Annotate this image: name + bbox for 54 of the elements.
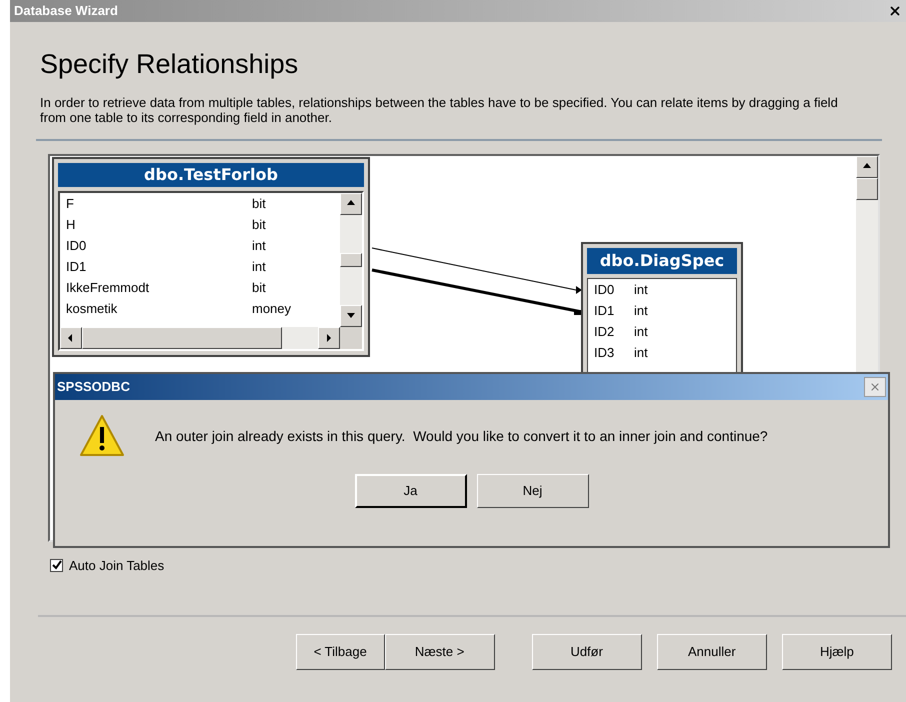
scroll-thumb[interactable] bbox=[82, 326, 282, 348]
field-type: int bbox=[634, 302, 648, 320]
scroll-arrow-button[interactable] bbox=[856, 156, 878, 178]
wizard-button[interactable]: Udfør bbox=[532, 634, 642, 670]
page-description: In order to retrieve data from multiple tables, relationships between the tables have to be specified. You can relate items by dragging a field from one table to its corresponding field in another. bbox=[40, 94, 839, 124]
field-type: int bbox=[252, 258, 266, 276]
join-line[interactable] bbox=[372, 247, 582, 294]
warning-icon bbox=[79, 414, 125, 458]
horizontal-scrollbar[interactable] bbox=[60, 326, 340, 348]
table-title: dbo.TestForlob bbox=[58, 162, 364, 186]
field-name: ID1 bbox=[66, 258, 88, 276]
dialog-button[interactable]: Ja bbox=[354, 474, 466, 508]
page-heading: Specify Relationships bbox=[40, 48, 300, 81]
scroll-thumb[interactable] bbox=[856, 178, 878, 200]
wizard-button[interactable]: < Tilbage bbox=[296, 634, 384, 670]
scroll-arrow-button[interactable] bbox=[60, 326, 82, 348]
field-name: IkkeFremmodt bbox=[66, 279, 150, 298]
table-node[interactable]: dbo.TestForlob F bit H bit ID0 int ID1 int IkkeFremmodt bit kosmetik money bbox=[52, 156, 370, 356]
wizard-button[interactable]: Næste > bbox=[384, 634, 495, 670]
field-type: bit bbox=[252, 216, 266, 234]
field-type: int bbox=[252, 237, 266, 256]
field-name: ID1 bbox=[594, 302, 616, 320]
scroll-arrow-button[interactable] bbox=[318, 326, 340, 348]
vertical-scrollbar[interactable] bbox=[340, 192, 362, 326]
field-name: F bbox=[66, 195, 75, 214]
scroll-thumb[interactable] bbox=[340, 252, 362, 266]
field-name: ID3 bbox=[594, 344, 616, 362]
scroll-arrow-button[interactable] bbox=[340, 304, 362, 326]
window-title: Database Wizard bbox=[14, 2, 118, 20]
close-button[interactable] bbox=[864, 377, 886, 397]
checkmark-icon bbox=[52, 560, 62, 570]
field-type: money bbox=[252, 300, 292, 318]
field-type: int bbox=[634, 323, 648, 342]
field-name: ID2 bbox=[594, 323, 616, 342]
field-type: bit bbox=[252, 279, 266, 298]
field-name: kosmetik bbox=[66, 300, 118, 318]
field-type: bit bbox=[252, 195, 266, 214]
table-title: dbo.DiagSpec bbox=[587, 248, 737, 274]
checkbox-label[interactable]: Auto Join Tables bbox=[69, 556, 164, 575]
close-icon[interactable] bbox=[888, 4, 902, 18]
field-type: int bbox=[634, 344, 648, 362]
field-name: H bbox=[66, 216, 76, 234]
join-line[interactable] bbox=[372, 268, 582, 314]
wizard-button[interactable]: Hjælp bbox=[782, 634, 892, 670]
field-type: int bbox=[634, 281, 648, 300]
checkbox[interactable] bbox=[50, 558, 63, 572]
field-name: ID0 bbox=[66, 237, 88, 256]
dialog-message: An outer join already exists in this query. Would you like to convert it to an inner join and continue? bbox=[155, 426, 768, 446]
scroll-arrow-button[interactable] bbox=[340, 192, 362, 214]
wizard-button[interactable]: Annuller bbox=[656, 634, 767, 670]
field-name: ID0 bbox=[594, 281, 616, 300]
dialog-button[interactable]: Nej bbox=[476, 474, 588, 508]
size-grip[interactable] bbox=[340, 326, 362, 348]
dialog-title: SPSSODBC bbox=[57, 378, 130, 396]
